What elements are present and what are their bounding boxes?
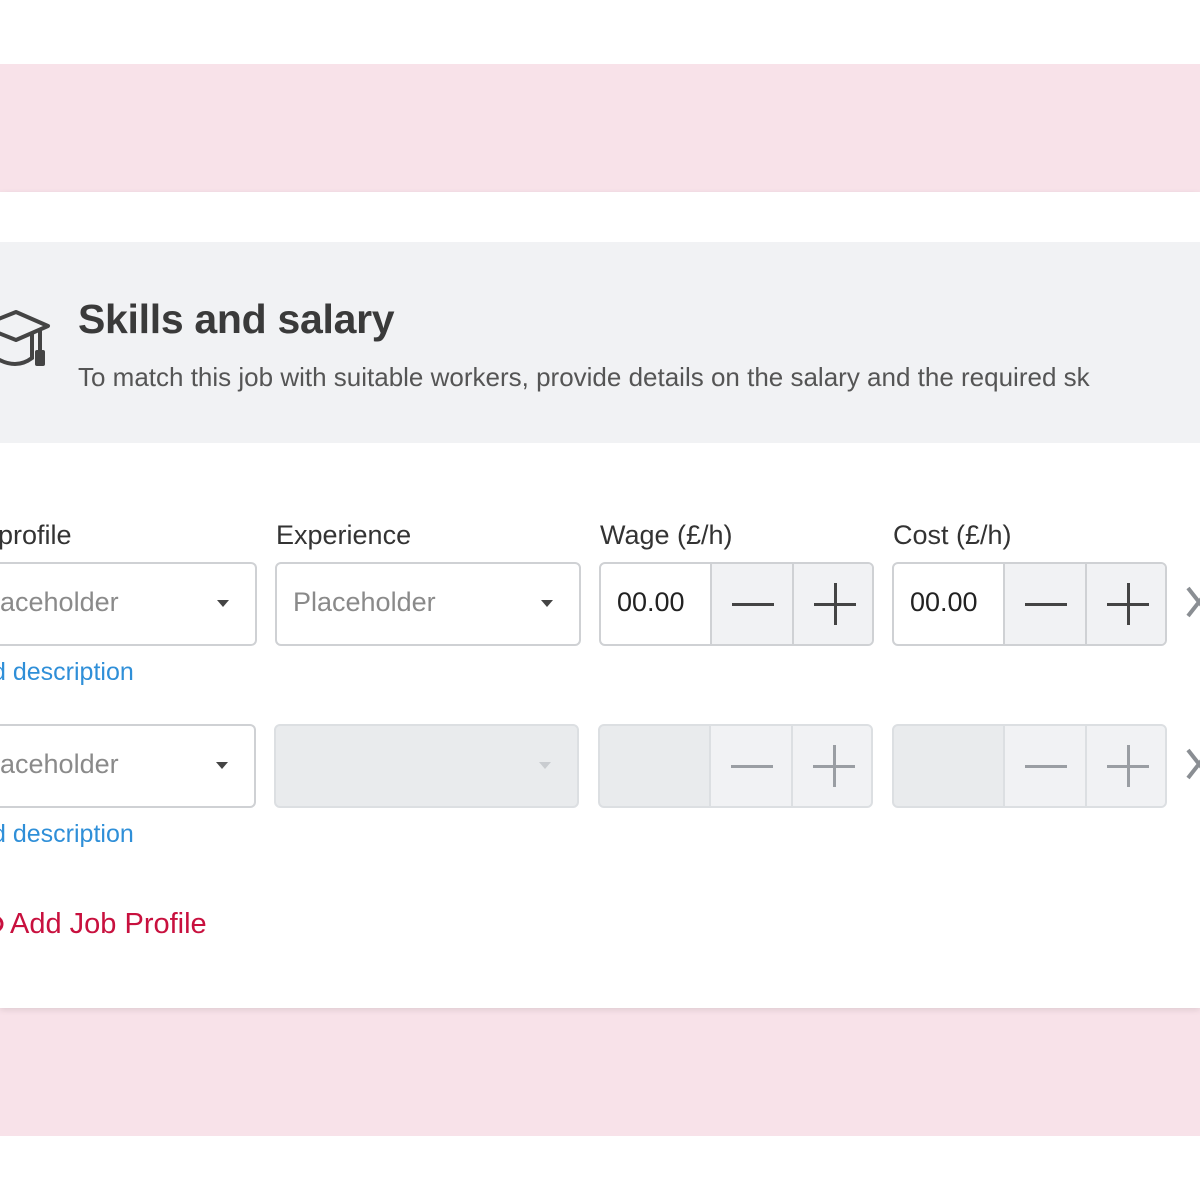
minus-icon <box>731 765 773 768</box>
section-subtitle: To match this job with suitable workers,… <box>78 362 1090 392</box>
wage-stepper-disabled <box>598 724 873 808</box>
top-band <box>0 64 1200 192</box>
graduation-cap-icon <box>0 310 50 366</box>
column-label-wage: Wage (£/h) <box>600 520 733 550</box>
add-description-link[interactable]: d description <box>0 658 134 687</box>
job-profile-select[interactable]: aceholder <box>0 562 257 646</box>
minus-icon <box>1025 603 1067 606</box>
job-profile-select[interactable]: aceholder <box>0 724 256 808</box>
cost-decrement-button[interactable] <box>1003 564 1085 644</box>
cost-increment-button <box>1085 726 1165 806</box>
caret-down-icon <box>216 762 228 769</box>
add-job-profile-button[interactable]: Add Job Profile <box>10 908 207 941</box>
minus-icon <box>1025 765 1067 768</box>
cost-decrement-button <box>1003 726 1085 806</box>
experience-select[interactable]: Placeholder <box>275 562 581 646</box>
add-circle-icon[interactable] <box>0 915 4 933</box>
column-label-profile: profile <box>0 520 72 550</box>
wage-stepper[interactable]: 00.00 <box>599 562 874 646</box>
close-icon[interactable] <box>1184 744 1200 784</box>
column-label-cost: Cost (£/h) <box>893 520 1012 550</box>
minus-icon <box>732 603 774 606</box>
close-icon[interactable] <box>1184 582 1200 622</box>
section-title: Skills and salary <box>78 296 395 342</box>
wage-increment-button <box>791 726 871 806</box>
add-description-link[interactable]: d description <box>0 820 134 849</box>
cost-increment-button[interactable] <box>1085 564 1165 644</box>
section-header: Skills and salary To match this job with… <box>0 242 1200 443</box>
column-label-experience: Experience <box>276 520 412 550</box>
wage-decrement-button[interactable] <box>710 564 792 644</box>
cost-stepper[interactable]: 00.00 <box>892 562 1167 646</box>
job-profile-placeholder: aceholder <box>0 587 119 617</box>
skills-salary-card: Skills and salary To match this job with… <box>0 192 1200 1008</box>
job-profile-placeholder: aceholder <box>0 749 119 779</box>
wage-value[interactable]: 00.00 <box>617 587 685 618</box>
caret-down-icon <box>217 600 229 607</box>
cost-value[interactable]: 00.00 <box>910 587 978 618</box>
bottom-band <box>0 1008 1200 1136</box>
cost-stepper-disabled <box>892 724 1167 808</box>
caret-down-icon <box>541 600 553 607</box>
experience-select-disabled <box>274 724 579 808</box>
caret-down-icon <box>539 762 551 769</box>
experience-placeholder: Placeholder <box>293 587 436 617</box>
wage-decrement-button <box>709 726 791 806</box>
wage-increment-button[interactable] <box>792 564 872 644</box>
